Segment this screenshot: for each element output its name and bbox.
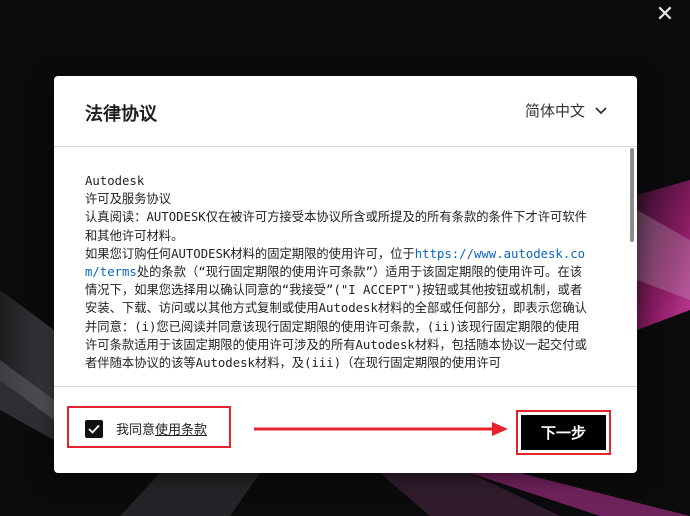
scrollbar-thumb[interactable] [630, 148, 634, 242]
agree-label-prefix: 我同意 [116, 423, 156, 438]
agreement-scrollbar[interactable] [628, 148, 634, 384]
dialog-title: 法律协议 [85, 104, 157, 125]
next-button[interactable]: 下一步 [521, 415, 606, 450]
header-divider [54, 146, 637, 147]
agree-label: 我同意使用条款 [116, 419, 207, 438]
agreement-paragraph: Autodesk [85, 174, 145, 188]
agree-checkbox[interactable] [85, 420, 103, 438]
arrow-right-icon [254, 422, 508, 436]
agreement-text-segment: 如果您订购任何AUTODESK材料的固定期限的使用许可，位于 [85, 246, 415, 261]
terms-of-use-link[interactable]: 使用条款 [155, 423, 207, 438]
language-select[interactable]: 简体中文 [525, 100, 607, 121]
chevron-down-icon [595, 106, 607, 114]
checkmark-icon [88, 424, 100, 434]
close-icon[interactable]: ✕ [650, 4, 680, 26]
agreement-paragraph: 认真阅读：AUTODESK仅在被许可方接受本协议所含或所提及的所有条款的条件下才… [85, 210, 587, 243]
legal-agreement-dialog: 法律协议 简体中文 Autodesk 许可及服务协议 认真阅读：AUTODESK… [54, 76, 637, 473]
agreement-paragraph: 许可及服务协议 [85, 192, 172, 207]
agreement-text: Autodesk 许可及服务协议 认真阅读：AUTODESK仅在被许可方接受本协… [85, 172, 591, 386]
agreement-text-segment: 处的条款（“现行固定期限的使用许可条款”）适用于该固定期限的使用许可。在该情况下… [85, 265, 587, 371]
language-select-value: 简体中文 [524, 102, 585, 120]
footer-divider [54, 386, 637, 387]
agreement-paragraph: 如果您订购任何AUTODESK材料的固定期限的使用许可，位于https://ww… [85, 245, 591, 372]
